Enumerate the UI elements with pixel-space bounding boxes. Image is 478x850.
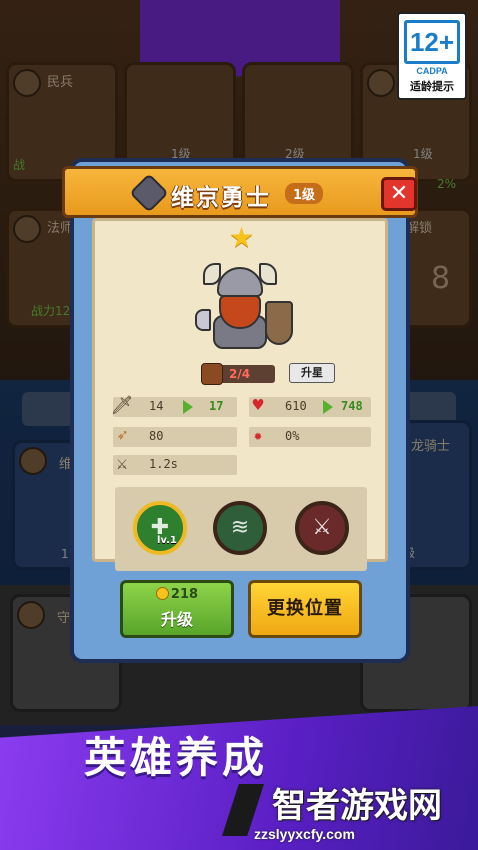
dialog-header: 维京勇士 1级 ✕ [62,166,418,218]
skill-list: ✚ lv.1 ≋ ⚔ [115,487,367,571]
promo-title: 英雄养成 [84,733,269,782]
coin-icon [155,587,169,600]
hero-detail-dialog: 维京勇士 1级 ✕ ★ 2/4 升星 🗡 14 17 ♥ 610 748 ➶ 8… [62,158,418,663]
watermark-title: 智者游戏网 [272,786,442,826]
hero-level-badge: 1级 [285,183,324,204]
hero-shard-icon [201,363,223,385]
range-stat: ➶ 80 [113,425,237,447]
swap-position-button[interactable]: 更换位置 [248,580,362,638]
attack-stat: 🗡 14 17 [111,395,237,417]
arrow-right-icon [183,400,193,414]
heal-skill-icon[interactable]: ✚ lv.1 [133,501,187,555]
upgrade-cost: 218 [123,587,231,602]
strike-skill-icon[interactable]: ⚔ [295,501,349,555]
hero-info-panel: ★ 2/4 升星 🗡 14 17 ♥ 610 748 ➶ 80 ✹ 0% ⚔ 1… [92,218,388,571]
close-button[interactable]: ✕ [381,177,417,211]
sword-icon: 🗡 [110,395,134,416]
viking-hero-portrait [195,259,305,359]
skill-level-label: lv.1 [157,535,177,546]
watermark-url: zzslyyxcfy.com [254,826,355,842]
upgrade-button[interactable]: 218 升级 [120,580,234,638]
wave-skill-icon[interactable]: ≋ [213,501,267,555]
hero-shard-progress: 2/4 [219,365,275,383]
attack-speed-stat: ⚔ 1.2s [113,453,237,475]
star-icon: ★ [229,221,255,254]
star-up-button[interactable]: 升星 [289,363,335,383]
age-rating-badge: 12+ CADPA 适龄提示 [397,12,467,100]
bow-icon: ➶ [116,425,128,446]
hero-name: 维京勇士 [171,185,271,211]
warrior-class-icon [129,173,169,213]
crit-icon: ✹ [253,428,263,444]
hp-stat: ♥ 610 748 [249,395,371,417]
arrow-right-icon [323,400,333,414]
heart-icon: ♥ [252,395,264,416]
crit-stat: ✹ 0% [249,427,371,447]
wing-sword-icon: ⚔ [116,453,128,474]
